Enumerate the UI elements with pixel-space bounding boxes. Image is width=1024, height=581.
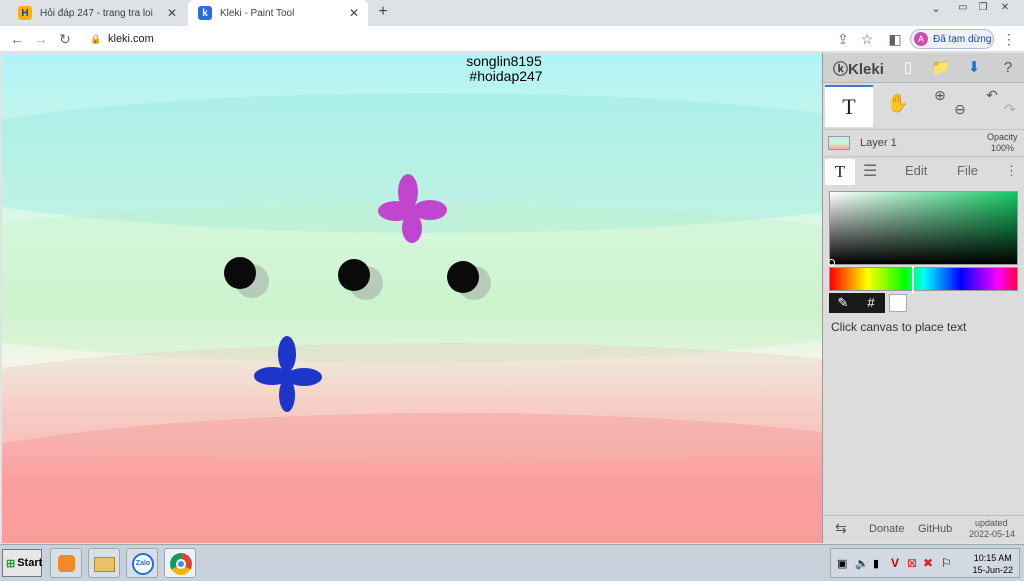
start-button[interactable]: ⊞ Start: [2, 549, 42, 577]
eyedropper-icon[interactable]: ✎: [831, 295, 855, 311]
start-label: Start: [17, 557, 43, 569]
zoom-out-icon[interactable]: ⊖: [947, 101, 973, 118]
layer-name: Layer 1: [860, 137, 897, 149]
updated-date: 2022-05-14: [969, 529, 1016, 539]
donate-link[interactable]: Donate: [869, 523, 904, 535]
panel-tabs: T ☰ Edit File ⋮: [823, 159, 1024, 185]
flag-icon[interactable]: ⚐: [941, 556, 952, 570]
clock[interactable]: 10:15 AM 15-Jun-22: [972, 552, 1013, 576]
secondary-color-swatch[interactable]: [889, 294, 907, 312]
panel-header: ⓚKleki ▯ 📁 ⬇ ?: [823, 53, 1024, 83]
hex-input-icon[interactable]: #: [859, 295, 883, 310]
zalo-label: Zalo: [132, 553, 154, 575]
windows-flag-icon: ⊞: [6, 557, 16, 570]
panel-footer: ⇆ Donate GitHub updated 2022-05-14: [823, 515, 1024, 543]
purple-flower: [378, 174, 447, 243]
hue-slider[interactable]: [829, 266, 1018, 294]
color-tools-bar: ✎ #: [829, 293, 885, 313]
chrome-icon[interactable]: [164, 548, 196, 578]
media-player-icon[interactable]: [50, 548, 82, 578]
hand-tool-icon[interactable]: ✋: [885, 93, 911, 114]
share-icon[interactable]: ⇪: [834, 30, 852, 48]
open-folder-icon[interactable]: 📁: [931, 59, 950, 77]
restore-icon[interactable]: ❐: [974, 2, 992, 16]
layer-row[interactable]: Layer 1 Opacity 100%: [823, 129, 1024, 157]
canvas-drawing: [224, 174, 491, 412]
bookmark-star-icon[interactable]: ☆: [858, 30, 876, 48]
logo-text: Kleki: [848, 61, 884, 78]
minimize-icon[interactable]: ▭: [954, 2, 972, 16]
download-icon[interactable]: ⬇: [965, 59, 983, 77]
profile-button[interactable]: A Đã tạm dừng: [910, 29, 994, 49]
clock-date: 15-Jun-22: [972, 565, 1013, 575]
kleki-logo-icon: ⓚ: [833, 61, 849, 78]
tray-alert-icon[interactable]: ⊠: [907, 556, 917, 570]
tray-security-icon[interactable]: ✖: [923, 556, 933, 570]
tray-app-icon[interactable]: ▣: [837, 557, 847, 570]
opacity-label: Opacity: [987, 132, 1018, 142]
tool-hint: Click canvas to place text: [831, 320, 967, 334]
kleki-favicon-icon: k: [198, 6, 212, 20]
system-tray: ▣ 🔈 ▮ V ⊠ ✖ ⚐ 10:15 AM 15-Jun-22: [830, 548, 1020, 578]
github-link[interactable]: GitHub: [918, 523, 952, 535]
text-tool-button[interactable]: T: [825, 85, 873, 127]
lock-icon: 🔒: [90, 34, 102, 44]
tab-title: Hỏi đáp 247 - trang tra loi: [40, 7, 153, 19]
layers-tab-icon[interactable]: ☰: [863, 161, 877, 181]
close-window-icon[interactable]: ✕: [996, 2, 1014, 16]
network-icon[interactable]: ▮: [873, 557, 879, 570]
drawing-canvas[interactable]: songlin8195 #hoidap247: [2, 53, 822, 543]
opacity-value: 100%: [991, 143, 1015, 153]
blue-flower: [254, 336, 322, 412]
new-image-icon[interactable]: ▯: [899, 59, 917, 77]
browser-menu-icon[interactable]: ⋮: [1000, 30, 1018, 48]
layer-thumbnail: [828, 136, 850, 150]
kleki-side-panel: ⓚKleki ▯ 📁 ⬇ ? T ✋ ⊕ ⊖ ↶ ↷ Layer 1 Opaci…: [822, 53, 1024, 543]
close-tab-icon[interactable]: ✕: [164, 6, 180, 20]
tab-title: Kleki - Paint Tool: [220, 7, 295, 19]
updated-label: updated: [975, 518, 1008, 528]
picker-cursor: [828, 259, 835, 266]
close-tab-icon[interactable]: ✕: [346, 6, 362, 20]
redo-icon[interactable]: ↷: [997, 101, 1023, 118]
tab-edit[interactable]: Edit: [905, 163, 927, 178]
antivirus-icon[interactable]: V: [891, 556, 899, 570]
more-options-icon[interactable]: ⋮: [1005, 163, 1018, 179]
address-bar[interactable]: 🔒 kleki.com: [88, 29, 828, 49]
tab-search-chevron-icon[interactable]: ⌄: [926, 2, 946, 16]
tab-tool-settings[interactable]: T: [825, 159, 855, 185]
forward-icon[interactable]: →: [32, 30, 50, 48]
color-tools-row: ✎ #: [829, 293, 1018, 313]
color-picker-area[interactable]: [828, 191, 1018, 266]
screen: { "browser": { "tabs": [ {"title": "Hỏi …: [0, 0, 1024, 581]
tab-file[interactable]: File: [957, 163, 978, 178]
avatar-icon: A: [914, 32, 928, 46]
kleki-logo: ⓚKleki: [833, 58, 884, 79]
browser-toolbar: ← → ↻ 🔒 kleki.com ⇪ ☆ ◧ A Đã tạm dừng ⋮: [0, 26, 1024, 52]
reload-icon[interactable]: ↻: [56, 30, 74, 48]
profile-label: Đã tạm dừng: [933, 33, 992, 45]
volume-icon[interactable]: 🔈: [855, 557, 869, 570]
url-text: kleki.com: [108, 33, 154, 45]
clock-time: 10:15 AM: [973, 553, 1012, 563]
tool-row: T ✋ ⊕ ⊖ ↶ ↷: [823, 85, 1024, 127]
back-icon[interactable]: ←: [8, 30, 26, 48]
hoidap-favicon-icon: H: [18, 6, 32, 20]
zalo-icon[interactable]: Zalo: [126, 548, 158, 578]
tab-kleki[interactable]: k Kleki - Paint Tool ✕: [188, 0, 368, 26]
tab-hoidap[interactable]: H Hỏi đáp 247 - trang tra loi ✕: [8, 0, 186, 26]
taskbar: ⊞ Start Zalo ▣ 🔈 ▮ V ⊠ ✖ ⚐ 10:15 AM 15-J…: [0, 544, 1024, 581]
help-icon[interactable]: ?: [999, 59, 1017, 77]
tab-strip: H Hỏi đáp 247 - trang tra loi ✕ k Kleki …: [0, 0, 1024, 26]
hue-slider-handle[interactable]: [912, 266, 914, 294]
file-explorer-icon[interactable]: [88, 548, 120, 578]
swap-side-icon[interactable]: ⇆: [835, 520, 847, 537]
new-tab-icon[interactable]: +: [374, 3, 392, 23]
side-panel-icon[interactable]: ◧: [886, 30, 904, 48]
